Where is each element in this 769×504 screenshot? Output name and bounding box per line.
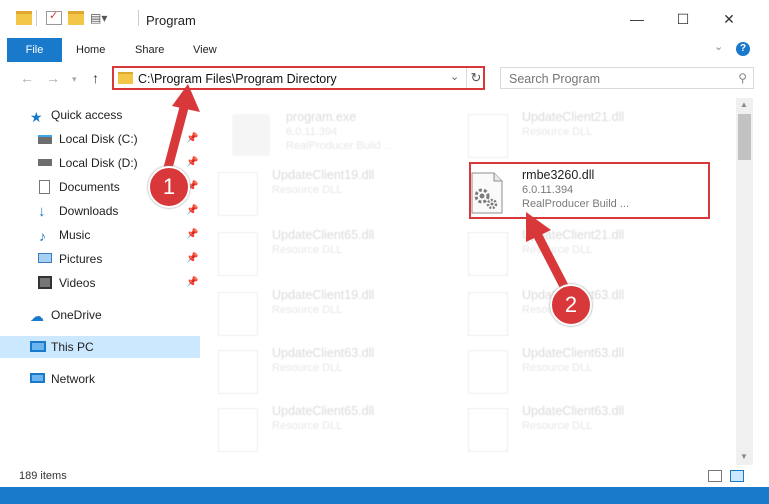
step-1-badge: 1 <box>148 166 190 208</box>
arrow-to-target-file <box>526 212 571 295</box>
arrow-to-address-bar <box>163 84 200 173</box>
annotation-arrows <box>163 84 571 295</box>
step-2-badge: 2 <box>550 284 592 326</box>
